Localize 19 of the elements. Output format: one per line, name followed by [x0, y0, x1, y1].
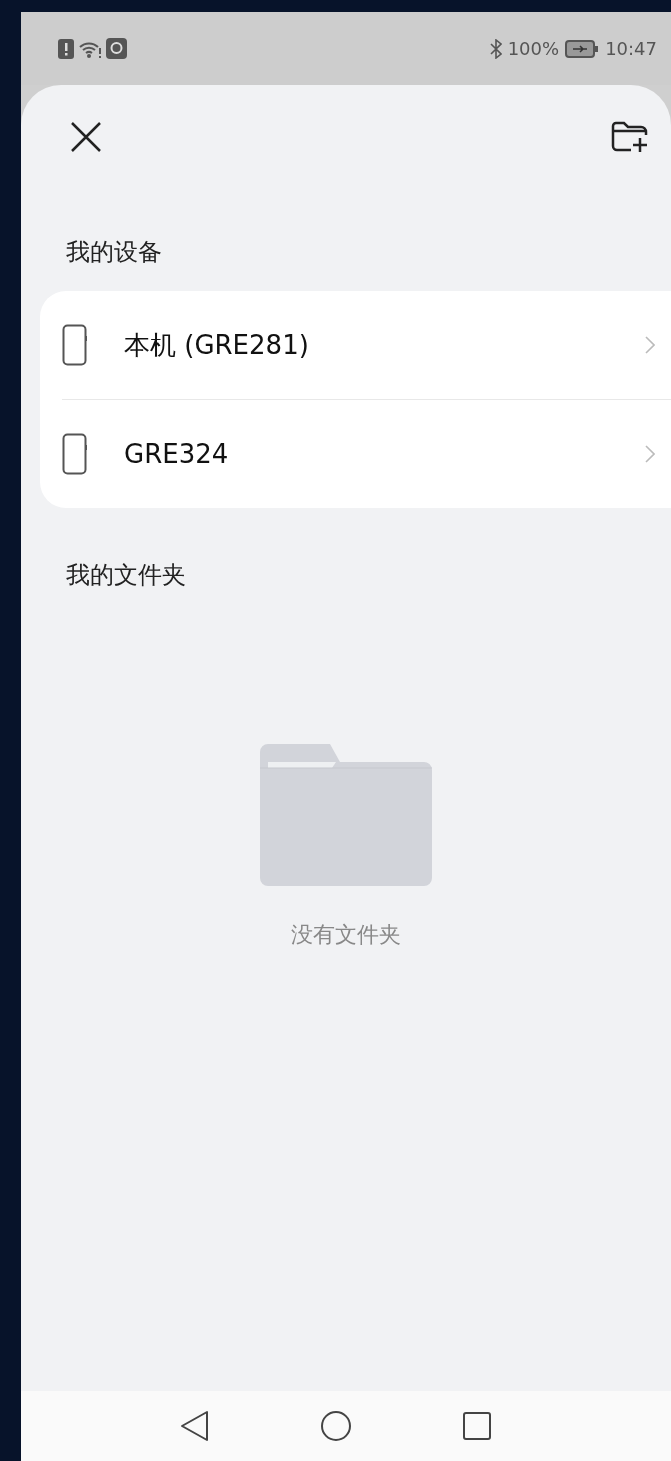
- section-title: 我的文件夹: [66, 560, 187, 590]
- home-icon[interactable]: [319, 1410, 352, 1442]
- close-icon[interactable]: [70, 121, 102, 153]
- empty-state-message: 没有文件夹: [291, 921, 401, 949]
- phone-icon: [62, 433, 88, 475]
- clock-time: 10:47: [605, 38, 657, 59]
- battery-percent: 100%: [507, 38, 560, 59]
- app-notification-icon: [106, 38, 127, 59]
- recents-icon[interactable]: [461, 1411, 492, 1441]
- back-icon[interactable]: [179, 1410, 210, 1442]
- new-folder-icon[interactable]: [611, 121, 649, 153]
- section-title: 我的设备: [66, 237, 163, 267]
- bluetooth-icon: [489, 38, 502, 59]
- device-name[interactable]: GRE324: [124, 439, 609, 469]
- alert-icon: [58, 38, 74, 59]
- folder-icon: [260, 744, 432, 886]
- phone-icon: [62, 324, 88, 366]
- battery-charging-icon: [565, 39, 600, 58]
- device-name[interactable]: 本机 (GRE281): [124, 327, 609, 363]
